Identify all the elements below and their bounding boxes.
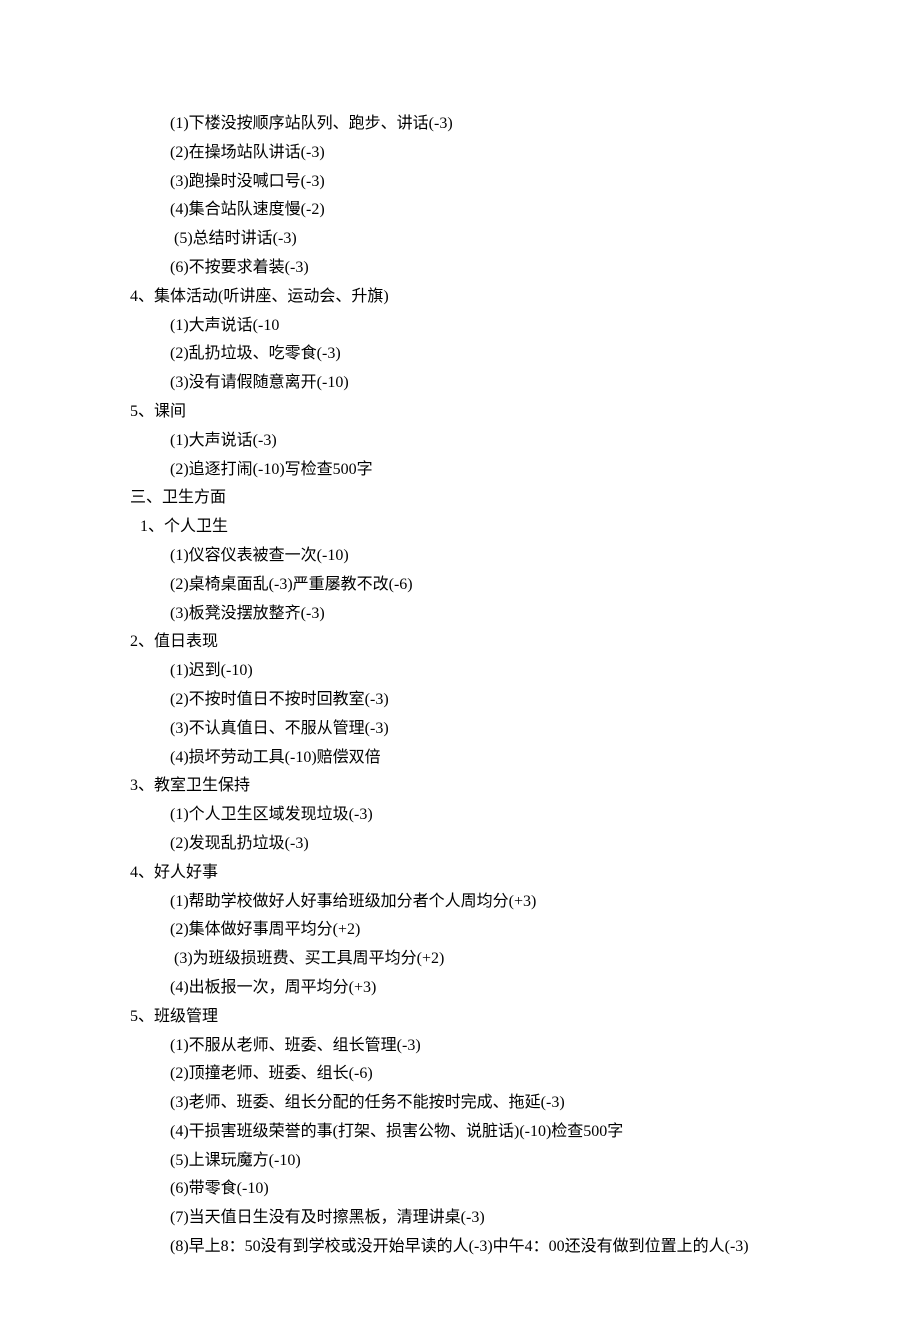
- text-line: 5、课间: [130, 398, 800, 427]
- text-line: 5、班级管理: [130, 1003, 800, 1032]
- text-line: (1)大声说话(-3): [130, 427, 800, 456]
- text-line: (2)发现乱扔垃圾(-3): [130, 830, 800, 859]
- text-line: 三、卫生方面: [130, 484, 800, 513]
- text-line: (1)帮助学校做好人好事给班级加分者个人周均分(+3): [130, 888, 800, 917]
- text-line: (3)没有请假随意离开(-10): [130, 369, 800, 398]
- text-line: (3)板凳没摆放整齐(-3): [130, 600, 800, 629]
- text-line: (4)出板报一次，周平均分(+3): [130, 974, 800, 1003]
- text-line: (3)跑操时没喊口号(-3): [130, 168, 800, 197]
- text-line: 4、集体活动(听讲座、运动会、升旗): [130, 283, 800, 312]
- text-line: (1)大声说话(-10: [130, 312, 800, 341]
- text-line: (3)不认真值日、不服从管理(-3): [130, 715, 800, 744]
- text-line: (6)带零食(-10): [130, 1175, 800, 1204]
- text-line: 2、值日表现: [130, 628, 800, 657]
- text-line: (4)损坏劳动工具(-10)赔偿双倍: [130, 744, 800, 773]
- text-line: (2)在操场站队讲话(-3): [130, 139, 800, 168]
- text-line: (1)迟到(-10): [130, 657, 800, 686]
- text-line: (2)集体做好事周平均分(+2): [130, 916, 800, 945]
- text-line: 4、好人好事: [130, 859, 800, 888]
- text-line: (8)早上8：50没有到学校或没开始早读的人(-3)中午4：00还没有做到位置上…: [130, 1233, 800, 1262]
- text-line: (2)桌椅桌面乱(-3)严重屡教不改(-6): [130, 571, 800, 600]
- text-line: (1)不服从老师、班委、组长管理(-3): [130, 1032, 800, 1061]
- text-line: (2)追逐打闹(-10)写检查500字: [130, 456, 800, 485]
- text-line: (2)不按时值日不按时回教室(-3): [130, 686, 800, 715]
- text-line: (4)干损害班级荣誉的事(打架、损害公物、说脏话)(-10)检查500字: [130, 1118, 800, 1147]
- text-line: (2)乱扔垃圾、吃零食(-3): [130, 340, 800, 369]
- text-line: (1)个人卫生区域发现垃圾(-3): [130, 801, 800, 830]
- text-line: 3、教室卫生保持: [130, 772, 800, 801]
- document-page: (1)下楼没按顺序站队列、跑步、讲话(-3)(2)在操场站队讲话(-3)(3)跑…: [0, 0, 920, 1322]
- text-line: (3)为班级损班费、买工具周平均分(+2): [130, 945, 800, 974]
- text-line: (1)仪容仪表被查一次(-10): [130, 542, 800, 571]
- text-line: (6)不按要求着装(-3): [130, 254, 800, 283]
- text-line: (5)上课玩魔方(-10): [130, 1147, 800, 1176]
- text-line: (2)顶撞老师、班委、组长(-6): [130, 1060, 800, 1089]
- text-line: (5)总结时讲话(-3): [130, 225, 800, 254]
- text-line: (1)下楼没按顺序站队列、跑步、讲话(-3): [130, 110, 800, 139]
- text-line: (4)集合站队速度慢(-2): [130, 196, 800, 225]
- text-line: (3)老师、班委、组长分配的任务不能按时完成、拖延(-3): [130, 1089, 800, 1118]
- text-line: (7)当天值日生没有及时擦黑板，清理讲桌(-3): [130, 1204, 800, 1233]
- text-line: 1、个人卫生: [130, 513, 800, 542]
